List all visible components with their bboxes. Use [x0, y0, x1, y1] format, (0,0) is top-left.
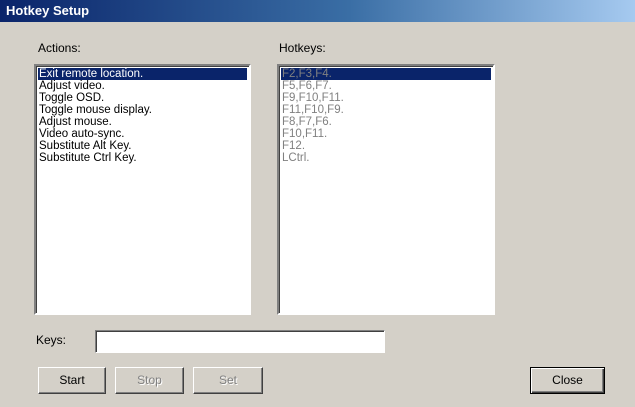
actions-list-item[interactable]: Adjust video.	[38, 80, 247, 92]
actions-list-item[interactable]: Exit remote location.	[38, 68, 247, 80]
hotkeys-list-item[interactable]: F8,F7,F6.	[281, 116, 491, 128]
actions-list: Exit remote location. Adjust video. Toggle…	[38, 68, 247, 164]
hotkeys-list-item[interactable]: F11,F10,F9.	[281, 104, 491, 116]
actions-label: Actions:	[38, 41, 81, 55]
actions-list-item[interactable]: Video auto-sync.	[38, 128, 247, 140]
hotkeys-listbox[interactable]: F2,F3,F4. F5,F6,F7. F9,F10,F11. F11,F10,F9.…	[277, 64, 495, 315]
close-button-label: Close	[552, 373, 583, 387]
window-title: Hotkey Setup	[6, 3, 90, 18]
keys-label: Keys:	[36, 333, 67, 347]
close-button[interactable]: Close	[530, 367, 605, 394]
hotkeys-list-item[interactable]: LCtrl.	[281, 152, 491, 164]
actions-list-item[interactable]: Toggle OSD.	[38, 92, 247, 104]
hotkey-setup-dialog: Hotkey Setup Actions: Hotkeys: Exit remo…	[0, 0, 635, 407]
actions-listbox[interactable]: Exit remote location. Adjust video. Toggle…	[34, 64, 251, 315]
hotkeys-list-item[interactable]: F5,F6,F7.	[281, 80, 491, 92]
actions-list-item[interactable]: Substitute Ctrl Key.	[38, 152, 247, 164]
hotkeys-list-item[interactable]: F12.	[281, 140, 491, 152]
start-button[interactable]: Start	[38, 367, 106, 394]
actions-list-item[interactable]: Substitute Alt Key.	[38, 140, 247, 152]
title-bar[interactable]: Hotkey Setup	[0, 0, 635, 22]
hotkeys-list-item[interactable]: F9,F10,F11.	[281, 92, 491, 104]
keys-input[interactable]	[95, 330, 385, 353]
hotkeys-list-item[interactable]: F10,F11.	[281, 128, 491, 140]
hotkeys-list: F2,F3,F4. F5,F6,F7. F9,F10,F11. F11,F10,F9.…	[281, 68, 491, 164]
actions-list-item[interactable]: Adjust mouse.	[38, 116, 247, 128]
hotkeys-label: Hotkeys:	[279, 41, 326, 55]
set-button[interactable]: Set	[193, 367, 263, 394]
actions-list-item[interactable]: Toggle mouse display.	[38, 104, 247, 116]
set-button-label: Set	[218, 373, 237, 387]
stop-button[interactable]: Stop	[115, 367, 184, 394]
stop-button-label: Stop	[137, 373, 162, 387]
hotkeys-list-item[interactable]: F2,F3,F4.	[281, 68, 491, 80]
start-button-label: Start	[59, 373, 85, 387]
